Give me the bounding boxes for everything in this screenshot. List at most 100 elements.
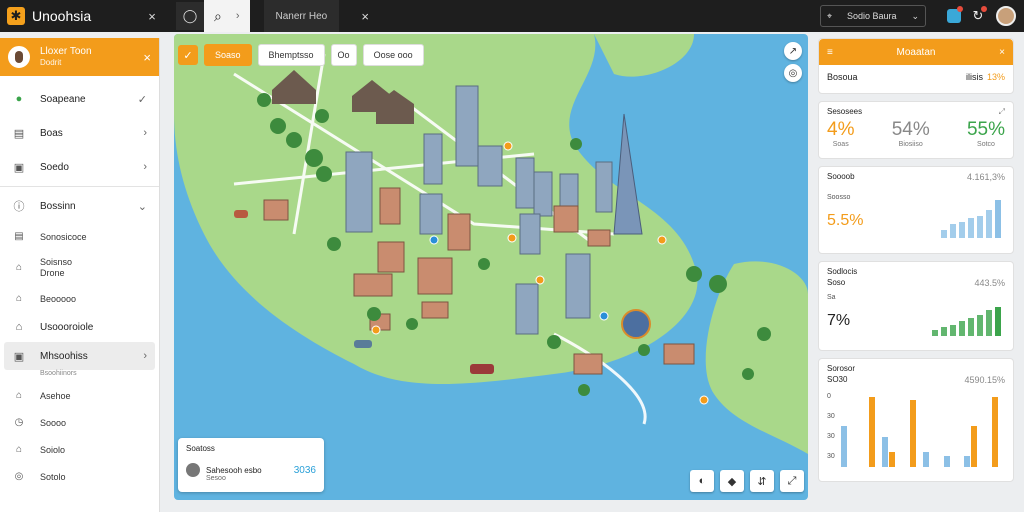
trend-bar xyxy=(941,327,947,336)
trend-bar xyxy=(932,330,938,336)
location-label: Sodio Baura xyxy=(846,11,897,21)
trend-bar xyxy=(941,230,947,238)
stats-card: Sesosees ⤢ 4% Soas 54% Biosiiso 55% Sotc… xyxy=(818,101,1014,159)
close-icon[interactable]: × xyxy=(140,9,164,24)
sidebar-section-bossinn[interactable]: ⓘ Bossinn ⌄ xyxy=(0,189,159,223)
tab-secondary[interactable]: Nanerr Heo xyxy=(263,0,340,32)
trend-bars xyxy=(932,306,1001,336)
sidebar-subitem-label: Sonosicoce xyxy=(40,231,87,242)
map-info-card[interactable]: Soatoss Sahesooh esbo 3036 Sesoo xyxy=(178,438,324,492)
sort-icon[interactable]: ⇵ xyxy=(750,470,774,492)
avatar[interactable] xyxy=(996,6,1016,26)
stat-value: 4% xyxy=(827,119,855,140)
map-tab[interactable]: Oo xyxy=(330,44,357,66)
network-icon[interactable] xyxy=(942,4,966,28)
sidebar-active-sub: Bsoohiinors xyxy=(40,370,77,377)
y-tick: 0 xyxy=(827,393,831,400)
sidebar-item-active[interactable]: ▣ Mhsoohiss › xyxy=(4,342,155,370)
trend-big: 5.5% xyxy=(827,212,864,229)
building-icon: ⌂ xyxy=(15,321,23,333)
sidebar-subitem[interactable]: ⌂ Beooooo xyxy=(0,285,159,312)
map-card-title: Soatoss xyxy=(186,444,215,453)
chart-bar-orange xyxy=(868,397,875,467)
chart-bar-blue xyxy=(964,456,970,467)
circle-icon: ● xyxy=(15,93,23,105)
fullscreen-icon[interactable]: ⤢ xyxy=(780,470,804,492)
map-tab[interactable]: Soaso xyxy=(204,44,252,66)
stat-value: 55% xyxy=(966,119,1005,140)
panel-header: ≡ Moaatan × xyxy=(819,39,1013,65)
expand-icon[interactable]: ⤢ xyxy=(999,107,1005,117)
tab-search[interactable]: ⌕ › xyxy=(204,0,250,32)
close-icon[interactable]: × xyxy=(999,47,1005,58)
trend-bar xyxy=(995,307,1001,336)
sidebar-subitem[interactable]: ⌂ Usoooroiole xyxy=(0,312,159,342)
map-tab[interactable]: Bhemptsso xyxy=(257,44,325,66)
map-card-label: Sahesooh esbo xyxy=(206,465,262,475)
trend-bar xyxy=(959,222,965,238)
trend-bars xyxy=(941,198,1001,238)
user-avatar xyxy=(8,46,30,68)
trend-bar xyxy=(968,218,974,238)
style-icon[interactable]: ◆ xyxy=(720,470,744,492)
y-tick: 30 xyxy=(827,413,835,420)
right-panel: ≡ Moaatan × Bosoua ilisis 13% Sesosees ⤢… xyxy=(818,38,1014,489)
sidebar-section-label: Bossinn xyxy=(40,200,76,212)
chart-bar-orange xyxy=(991,397,998,467)
sidebar-subitem-label: Beooooo xyxy=(40,293,77,304)
chevron-right-icon: › xyxy=(143,127,147,139)
locate-icon[interactable]: ◎ xyxy=(784,64,802,82)
sidebar-item-label: Soedo xyxy=(40,161,69,173)
chart-bar-orange xyxy=(909,400,916,467)
chart-title: Sorosor xyxy=(827,364,856,373)
sidebar-subitem-label: Soiolo xyxy=(40,444,66,455)
left-sidebar: Lloxer Toon Dodrit × ● Soapeane ✓ ▤ Boas… xyxy=(0,38,160,512)
map-tab[interactable]: Oose ooo xyxy=(362,44,424,66)
sidebar-header: Lloxer Toon Dodrit × xyxy=(0,38,159,76)
sidebar-subitem[interactable]: ⌂ Soisnso Drone xyxy=(0,250,159,285)
sidebar-subitem[interactable]: ▤ Sonosicoce xyxy=(0,223,159,250)
bar-chart: 0 30 30 30 xyxy=(827,389,1005,469)
y-tick: 30 xyxy=(827,433,835,440)
sidebar-bottom-item[interactable]: ◷ Soooo xyxy=(0,409,159,436)
check-icon: ✓ xyxy=(137,93,147,106)
sidebar-bottom-item[interactable]: ⌂ Soiolo xyxy=(0,436,159,463)
check-icon[interactable]: ✓ xyxy=(178,45,198,65)
map-canvas[interactable]: ✓ Soaso Bhemptsso Oo Oose ooo ↗ ◎ Soatos… xyxy=(174,34,808,500)
trend-bar xyxy=(950,224,956,238)
pin-icon: ⌖ xyxy=(827,10,833,21)
sidebar-subtitle: Dodrit xyxy=(40,58,62,67)
chart-bar-orange xyxy=(889,452,895,467)
chart-bar-blue xyxy=(841,426,847,467)
sidebar-item-soapeane[interactable]: ● Soapeane ✓ xyxy=(0,82,159,116)
location-select[interactable]: ⌖ Sodio Baura ⌄ xyxy=(820,5,926,27)
layers-icon[interactable]: ◐ xyxy=(690,470,714,492)
stat-label: Sotco xyxy=(977,141,995,148)
stats-title: Sesosees xyxy=(827,107,863,116)
summary-card: ≡ Moaatan × Bosoua ilisis 13% xyxy=(818,38,1014,94)
trend-title: Sodlocis xyxy=(827,267,858,276)
menu-icon[interactable]: ≡ xyxy=(827,47,833,58)
box-icon: ▣ xyxy=(13,161,25,174)
sidebar-close-icon[interactable]: × xyxy=(143,50,151,65)
trend-title: Soooob xyxy=(827,172,855,181)
circle-icon[interactable]: ◯ xyxy=(176,2,204,30)
tab-close-icon[interactable]: × xyxy=(353,9,377,24)
refresh-icon[interactable]: ↻ xyxy=(966,4,990,28)
chart-sub: SO30 xyxy=(827,375,848,384)
sidebar-item-soedo[interactable]: ▣ Soedo › xyxy=(0,150,159,184)
chevron-down-icon: ⌄ xyxy=(137,200,147,213)
trend-value: 443.5% xyxy=(974,278,1005,288)
clock-icon: ◷ xyxy=(14,417,24,428)
sidebar-subitem-label: Soooo xyxy=(40,417,67,428)
sidebar-item-boas[interactable]: ▤ Boas › xyxy=(0,116,159,150)
list-icon: ▤ xyxy=(14,231,24,242)
target-icon: ◎ xyxy=(14,471,24,482)
sidebar-bottom-item[interactable]: ◎ Sotolo xyxy=(0,463,159,490)
map-card-sub: Sesoo xyxy=(206,475,226,482)
top-bar: ✱ Unoohsia × ◯ ⌕ › Nanerr Heo × ⌖ Sodio … xyxy=(0,0,1024,32)
compass-icon[interactable]: ↗ xyxy=(784,42,802,60)
map-controls: ◐ ◆ ⇵ ⤢ xyxy=(690,470,804,492)
trend-card-2: Sodlocis Soso 443.5% Sa 7% xyxy=(818,261,1014,351)
sidebar-bottom-item[interactable]: ⌂ Asehoe xyxy=(0,382,159,409)
